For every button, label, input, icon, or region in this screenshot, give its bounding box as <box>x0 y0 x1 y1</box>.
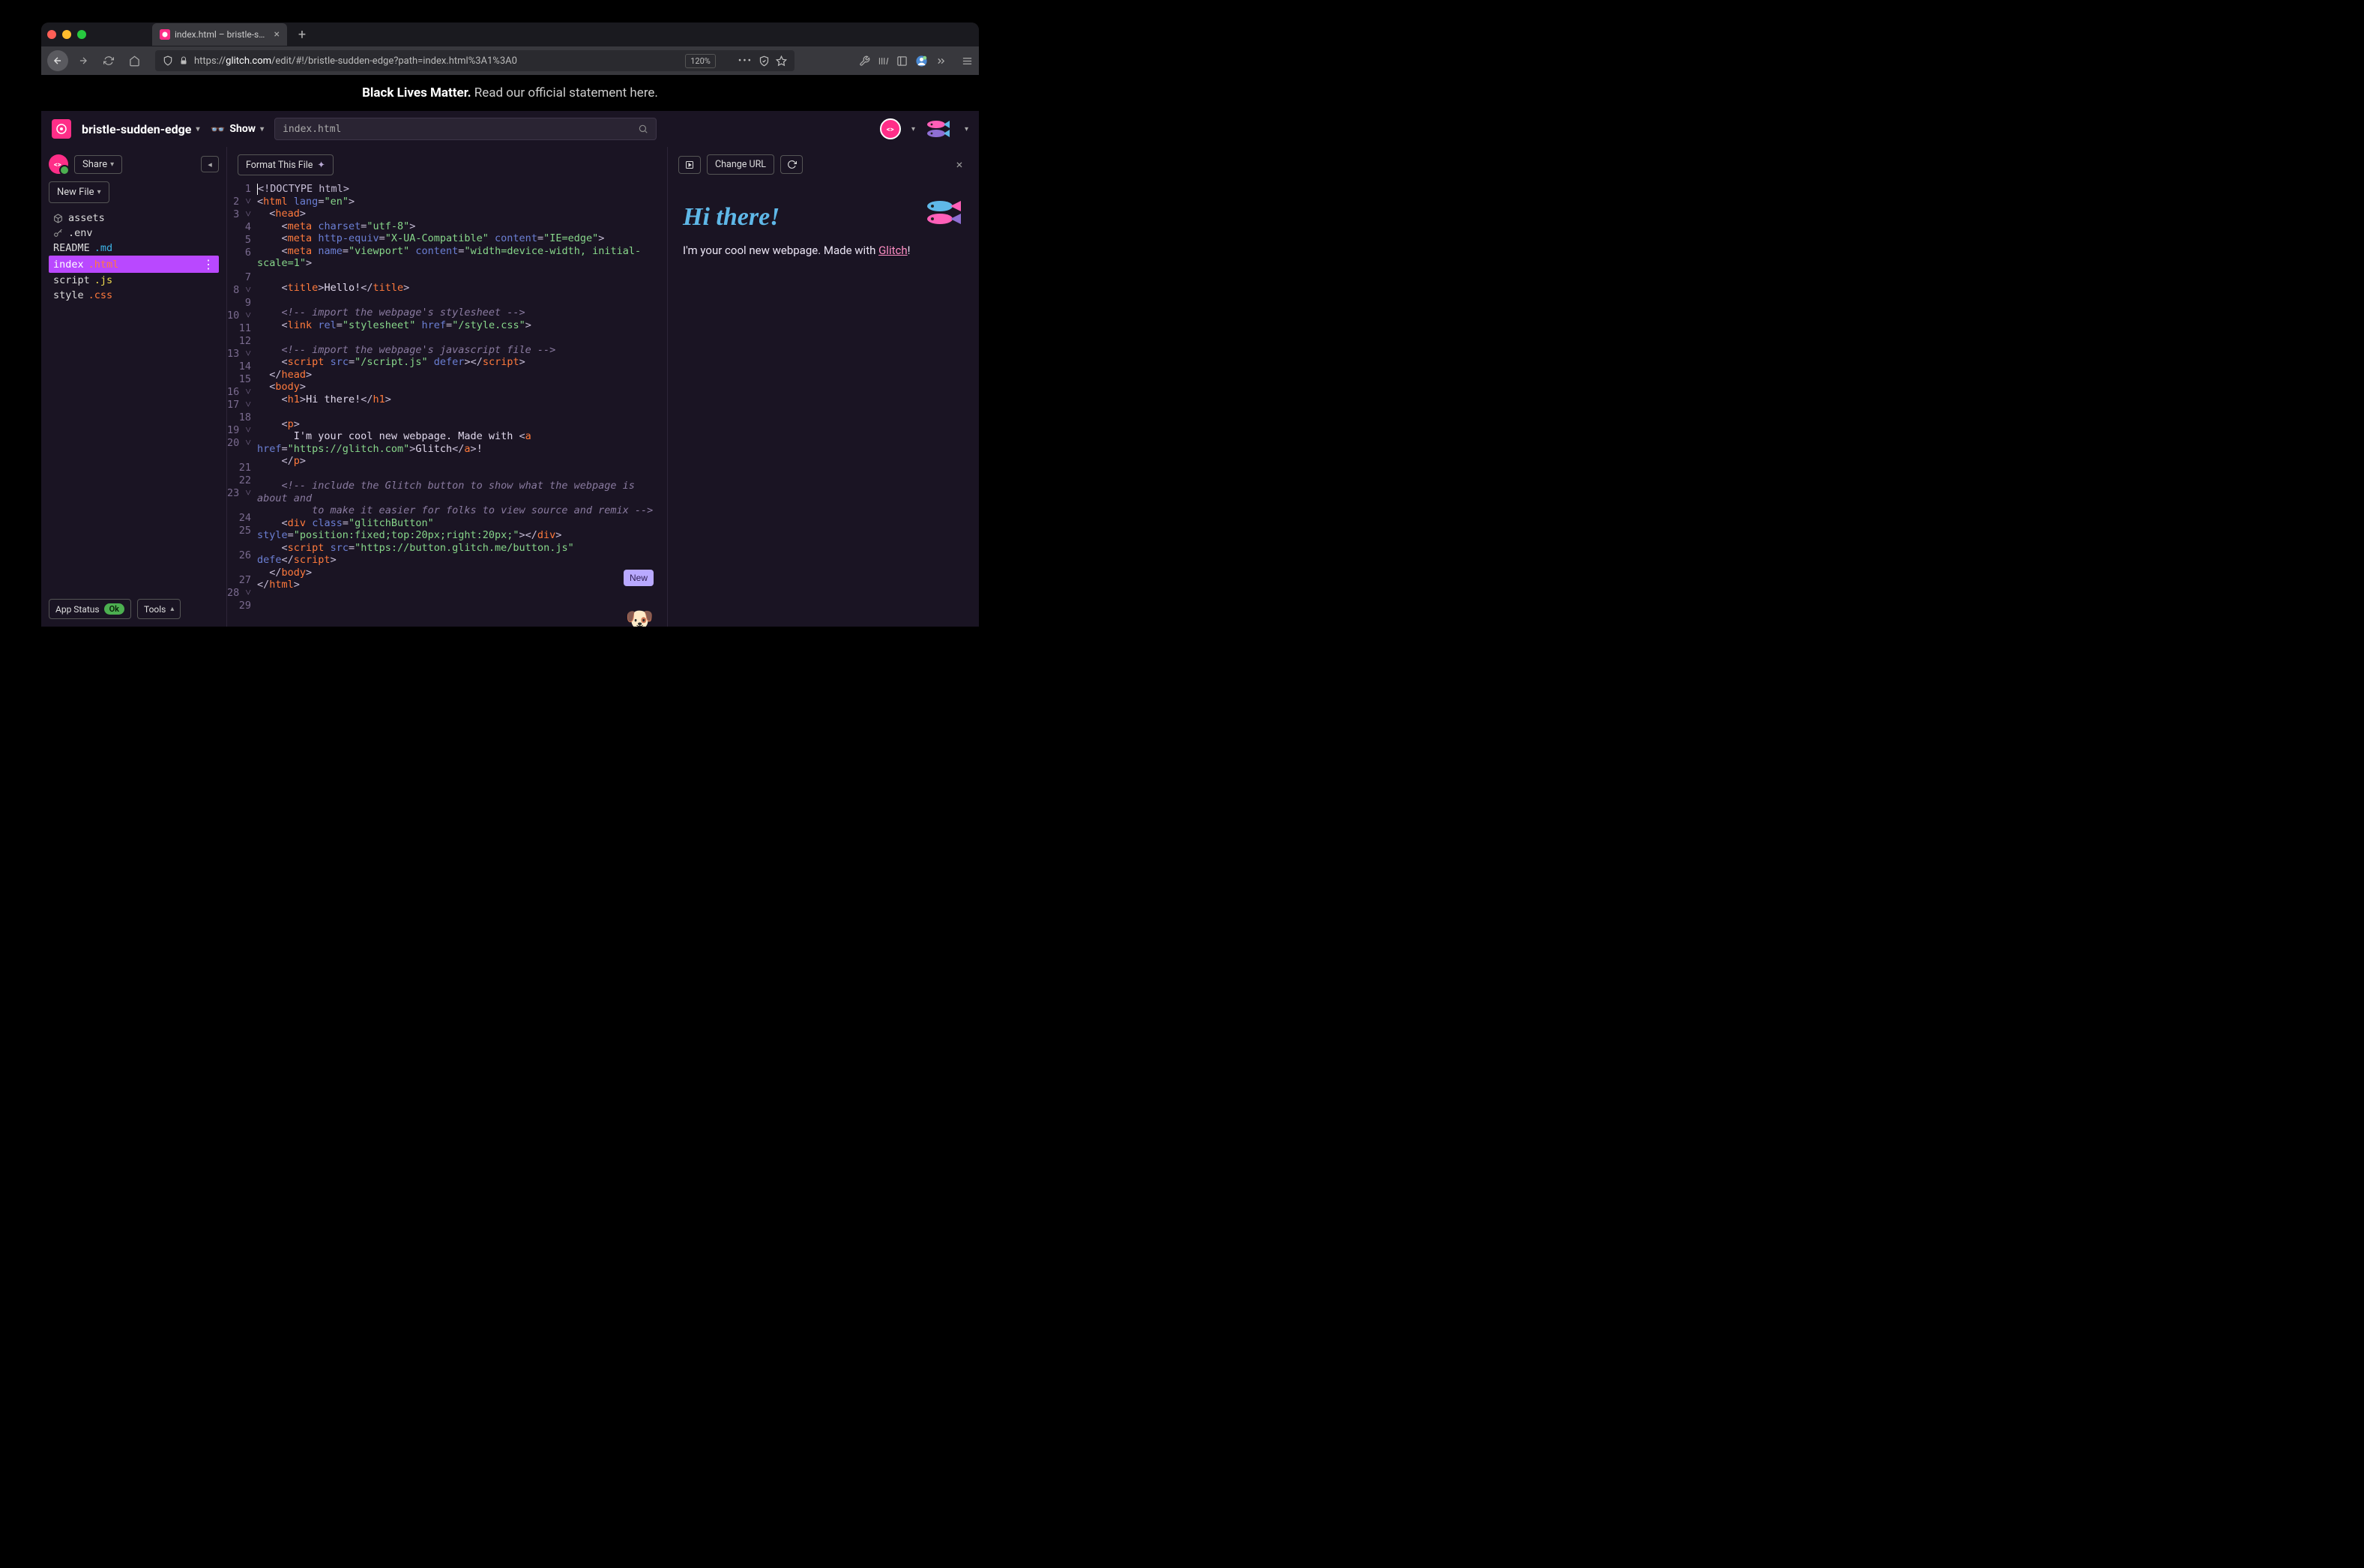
hamburger-menu-icon[interactable] <box>962 55 973 67</box>
account-icon[interactable] <box>915 55 928 67</box>
new-file-dropdown[interactable]: New File▾ <box>49 181 109 203</box>
glitch-dog-icon[interactable]: 🐶 <box>626 615 654 627</box>
close-preview-button[interactable]: × <box>950 157 968 172</box>
file-row-script[interactable]: script.js <box>49 273 219 288</box>
collapse-sidebar-button[interactable]: ◂ <box>201 156 219 172</box>
announcement-banner: Black Lives Matter. Read our official st… <box>41 75 979 111</box>
devtools-icon[interactable] <box>859 55 870 67</box>
workspace: <> Share▾ ◂ New File▾ assets.envREADME.m… <box>41 147 979 627</box>
close-tab-button[interactable]: × <box>274 28 280 40</box>
editor-panel: Format This File ✦ 12 ˅3 ˅45678 ˅910 ˅11… <box>227 147 668 627</box>
file-row-index[interactable]: index.html⋮ <box>49 256 219 273</box>
user-avatar[interactable]: <> <box>49 154 68 174</box>
maximize-window-button[interactable] <box>77 30 86 39</box>
banner-link[interactable]: Read our official statement here. <box>474 85 658 100</box>
preview-heading: Hi there! <box>683 203 964 232</box>
bookmark-star-icon[interactable] <box>776 55 787 67</box>
lock-icon <box>179 56 188 65</box>
home-button[interactable] <box>124 50 145 71</box>
tab-title: index.html – bristle-sudden-ed… <box>175 29 267 40</box>
library-icon[interactable] <box>878 55 889 67</box>
sidebar: <> Share▾ ◂ New File▾ assets.envREADME.m… <box>41 147 227 627</box>
close-window-button[interactable] <box>47 30 56 39</box>
search-icon <box>638 124 648 134</box>
preview-body: Hi there! I'm your cool new webpage. Mad… <box>668 182 979 627</box>
svg-text:<>: <> <box>54 161 61 169</box>
sidebar-icon[interactable] <box>896 55 908 67</box>
profile-fish-dropdown[interactable] <box>926 120 954 138</box>
pocket-icon[interactable] <box>759 55 770 67</box>
line-gutter: 12 ˅3 ˅45678 ˅910 ˅111213 ˅141516 ˅17 ˅1… <box>227 183 257 627</box>
preview-panel: Change URL × Hi there! I'm your cool new… <box>668 147 979 627</box>
new-badge[interactable]: New <box>624 570 654 587</box>
nav-bar: https://glitch.com/edit/#!/bristle-sudde… <box>41 46 979 75</box>
new-tab-button[interactable]: + <box>292 24 313 45</box>
browser-window: index.html – bristle-sudden-ed… × + ht <box>41 22 979 627</box>
format-file-button[interactable]: Format This File ✦ <box>238 154 334 175</box>
overflow-chevron-icon[interactable] <box>935 55 947 67</box>
window-controls <box>47 30 86 39</box>
change-url-button[interactable]: Change URL <box>707 154 774 175</box>
url-text: https://glitch.com/edit/#!/bristle-sudde… <box>194 55 679 67</box>
package-icon <box>53 214 64 223</box>
code-content[interactable]: <!DOCTYPE html><html lang="en"> <head> <… <box>257 183 667 627</box>
tab-bar: index.html – bristle-sudden-ed… × + <box>41 22 979 46</box>
glitch-badge-dropdown[interactable]: <> <box>880 118 901 139</box>
preview-paragraph: I'm your cool new webpage. Made with Gli… <box>683 244 964 257</box>
preview-play-button[interactable] <box>678 156 701 174</box>
tools-dropdown[interactable]: Tools▴ <box>137 599 181 619</box>
file-row-assets[interactable]: assets <box>49 211 219 226</box>
sparkle-icon: ✦ <box>317 159 325 171</box>
chevron-down-icon: ▾ <box>965 125 968 133</box>
file-list: assets.envREADME.mdindex.html⋮script.jss… <box>49 211 219 303</box>
file-search-input[interactable]: index.html <box>274 118 657 140</box>
shield-icon <box>163 55 173 66</box>
reload-button[interactable] <box>98 50 119 71</box>
svg-text:<>: <> <box>887 126 894 134</box>
glitch-header: bristle-sudden-edge▾ 👓 Show▾ index.html … <box>41 111 979 147</box>
app-status-button[interactable]: App Status Ok <box>49 599 131 619</box>
more-icon[interactable]: ••• <box>738 55 753 67</box>
file-row-style[interactable]: style.css <box>49 288 219 303</box>
refresh-preview-button[interactable] <box>780 155 803 174</box>
file-menu-icon[interactable]: ⋮ <box>202 257 214 271</box>
preview-glitch-link[interactable]: Glitch <box>878 244 908 257</box>
zoom-badge[interactable]: 120% <box>685 54 716 68</box>
banner-bold: Black Lives Matter. <box>362 85 471 100</box>
share-button[interactable]: Share▾ <box>74 155 122 174</box>
show-dropdown[interactable]: 👓 Show▾ <box>210 122 264 136</box>
code-editor[interactable]: 12 ˅3 ˅45678 ˅910 ˅111213 ˅141516 ˅17 ˅1… <box>227 183 667 627</box>
status-ok-pill: Ok <box>104 603 124 615</box>
glitch-favicon-icon <box>160 29 170 40</box>
file-row-env[interactable]: .env <box>49 226 219 241</box>
browser-tab-active[interactable]: index.html – bristle-sudden-ed… × <box>152 23 287 46</box>
key-icon <box>53 229 64 238</box>
project-logo-icon[interactable] <box>52 119 71 139</box>
glitch-fish-icon[interactable] <box>925 200 965 226</box>
file-row-README[interactable]: README.md <box>49 241 219 256</box>
chevron-down-icon: ▾ <box>911 125 915 133</box>
minimize-window-button[interactable] <box>62 30 71 39</box>
back-button[interactable] <box>47 50 68 71</box>
url-bar[interactable]: https://glitch.com/edit/#!/bristle-sudde… <box>155 50 794 71</box>
toolbar-right <box>859 55 973 67</box>
project-name-dropdown[interactable]: bristle-sudden-edge▾ <box>82 122 199 136</box>
sunglasses-icon: 👓 <box>210 122 225 136</box>
forward-button[interactable] <box>73 50 94 71</box>
